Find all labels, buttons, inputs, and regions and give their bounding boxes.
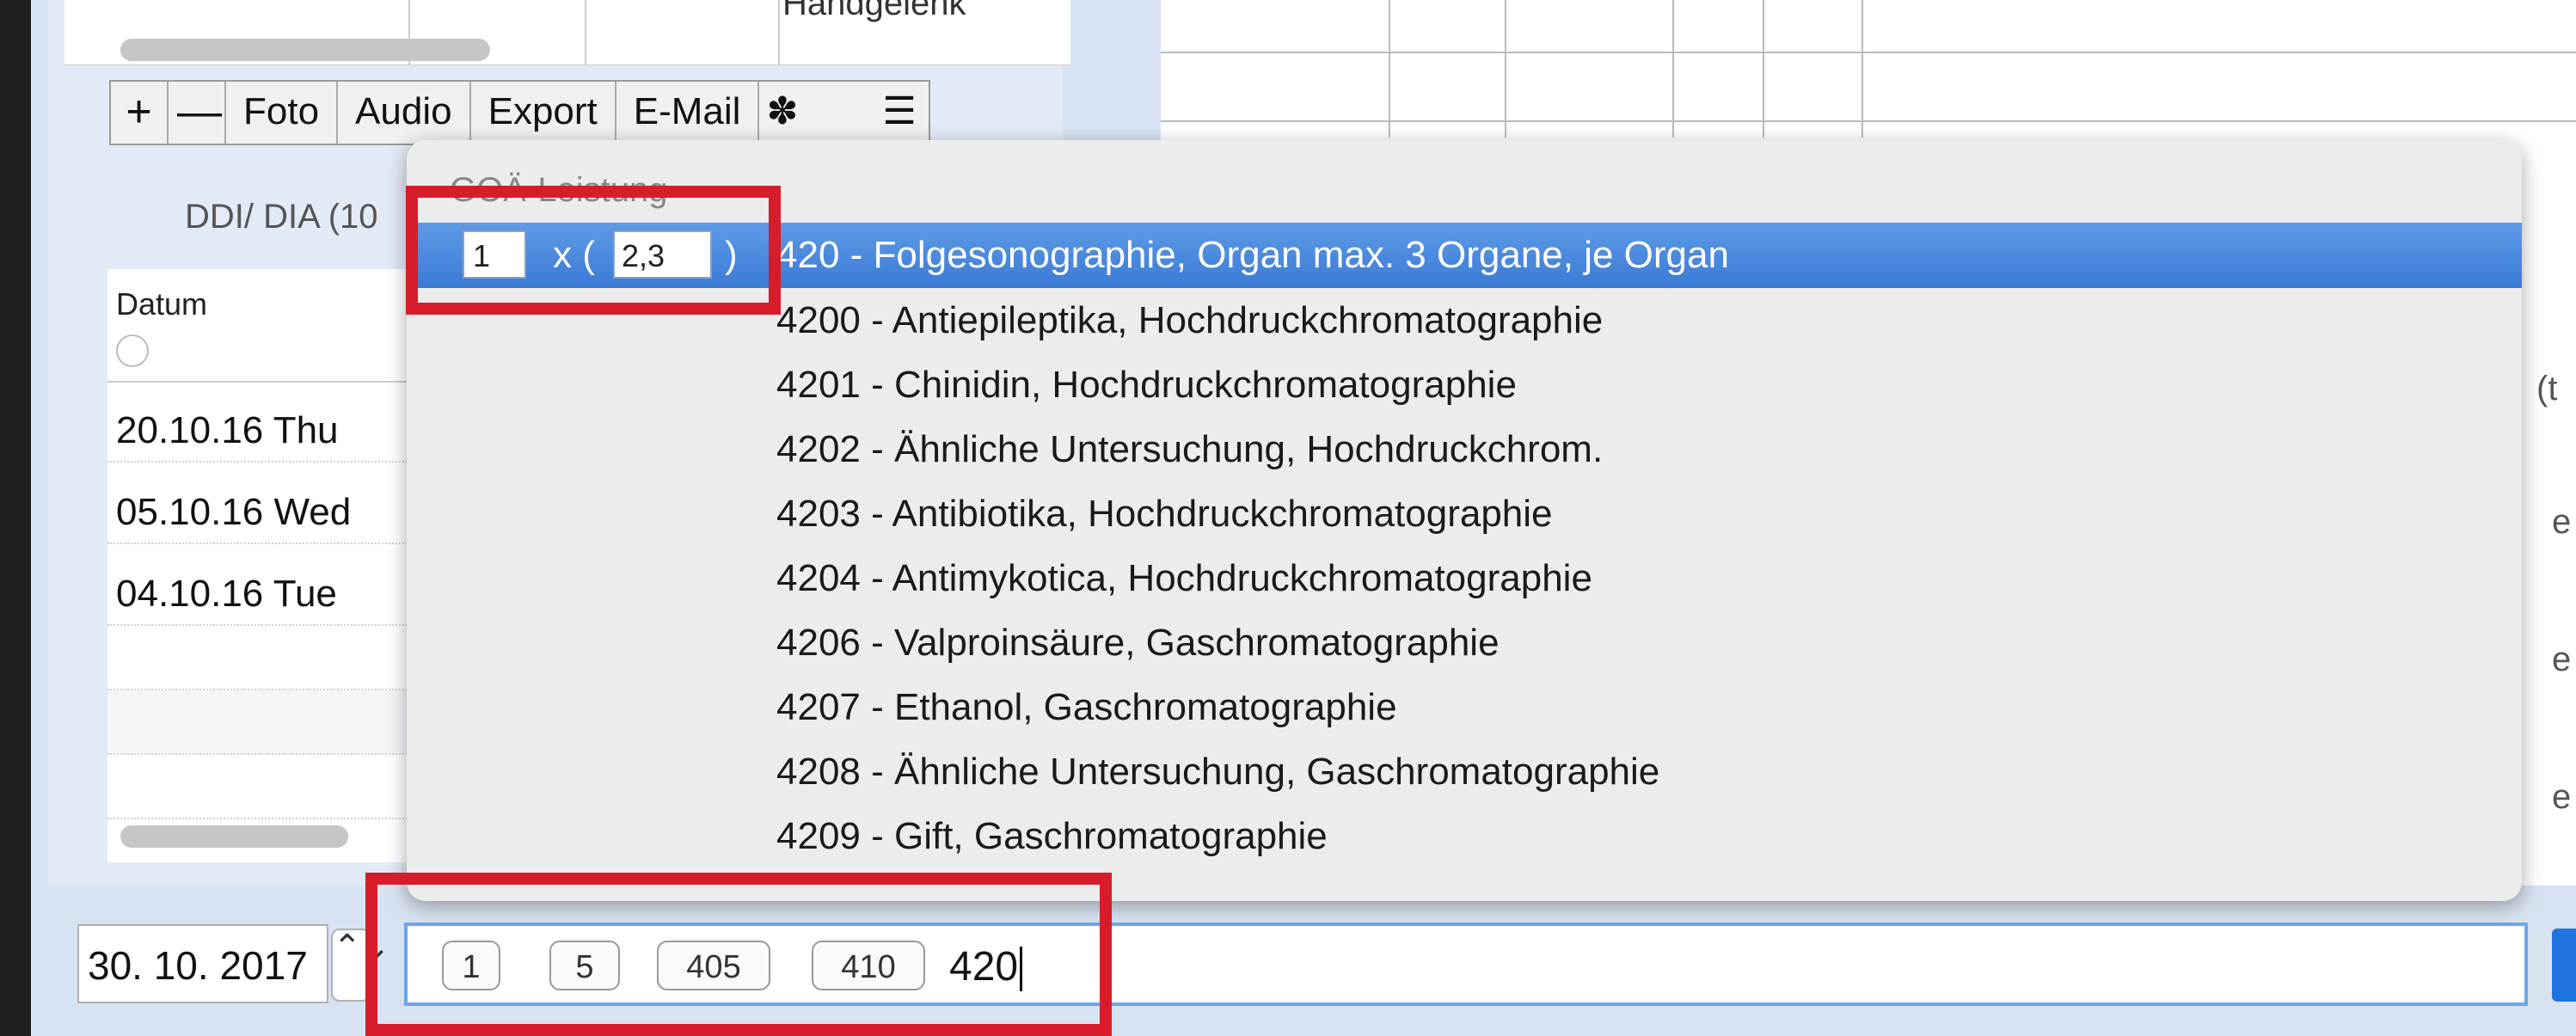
add-button[interactable]: + (111, 82, 169, 144)
suggestion-item[interactable]: 4209 - Gift, Gaschromatographie (776, 804, 1328, 868)
clipped-cell-text: e (2552, 641, 2572, 678)
grid-line (1161, 120, 2576, 122)
table-row-empty (107, 690, 434, 755)
suggestion-item[interactable]: 4204 - Antimykotica, Hochdruckchromatogr… (776, 546, 1592, 610)
suggestion-item[interactable]: 4207 - Ethanol, Gaschromatographie (776, 675, 1397, 739)
grid-line (1861, 0, 1863, 138)
date-field[interactable]: 30. 10. 2017 (77, 924, 328, 1003)
clipped-cell-text: (t (2536, 370, 2558, 408)
date-table: Datum 20.10.16 Thu 05.10.16 Wed 04.10.16… (107, 269, 434, 862)
suggestion-item[interactable]: 4200 - Antiepileptika, Hochdruckchromato… (776, 288, 1603, 352)
table-row-empty (107, 755, 434, 819)
suggestion-item[interactable]: 4201 - Chinidin, Hochdruckchromatographi… (776, 352, 1517, 417)
grid-line (1505, 0, 1506, 138)
annotation-highlight (365, 873, 1112, 1036)
media-toolbar: + — Foto Audio Export E-Mail ✽ ☰ (109, 80, 930, 145)
table-row[interactable]: 20.10.16 Thu (107, 398, 434, 463)
gear-icon[interactable]: ✽ (759, 82, 805, 144)
remove-button[interactable]: — (169, 82, 226, 144)
suggestion-item[interactable]: 4202 - Ähnliche Untersuchung, Hochdruckc… (776, 417, 1603, 481)
table-row[interactable]: 04.10.16 Tue (107, 561, 434, 626)
grid-line (1389, 0, 1390, 138)
submit-button-edge[interactable] (2552, 929, 2576, 1002)
selected-suggestion-label: 420 - Folgesonographie, Organ max. 3 Org… (776, 234, 1729, 276)
email-button[interactable]: E-Mail (616, 82, 760, 144)
ddi-dia-label: DDI/ DIA (10 (185, 198, 378, 236)
radio-button[interactable] (116, 334, 149, 367)
top-table-clipped-cell: Handgelenk (782, 0, 966, 22)
foto-button[interactable]: Foto (226, 82, 339, 144)
date-table-scrollbar[interactable] (120, 825, 348, 848)
grid-line (1161, 52, 2576, 53)
top-table-scrollbar[interactable] (120, 39, 490, 61)
column-divider (778, 0, 780, 64)
audio-button[interactable]: Audio (338, 82, 471, 144)
column-divider (585, 0, 586, 64)
clipped-cell-text: e (2552, 778, 2572, 816)
suggestion-item[interactable]: 4206 - Valproinsäure, Gaschromatographie (776, 610, 1500, 675)
date-column-header[interactable]: Datum (107, 269, 434, 383)
suggestion-item[interactable]: 4203 - Antibiotika, Hochdruckchromatogra… (776, 481, 1553, 546)
list-options-icon[interactable]: ☰ (805, 82, 928, 144)
grid-line (1763, 0, 1764, 138)
grid-line (1672, 0, 1674, 138)
table-row-empty (107, 626, 434, 690)
date-header-label: Datum (116, 286, 208, 322)
annotation-highlight (406, 186, 781, 315)
export-button[interactable]: Export (471, 82, 616, 144)
clipped-cell-text: e (2552, 503, 2572, 541)
table-row[interactable]: 05.10.16 Wed (107, 480, 434, 544)
suggestion-item[interactable]: 4208 - Ähnliche Untersuchung, Gaschromat… (776, 739, 1659, 804)
